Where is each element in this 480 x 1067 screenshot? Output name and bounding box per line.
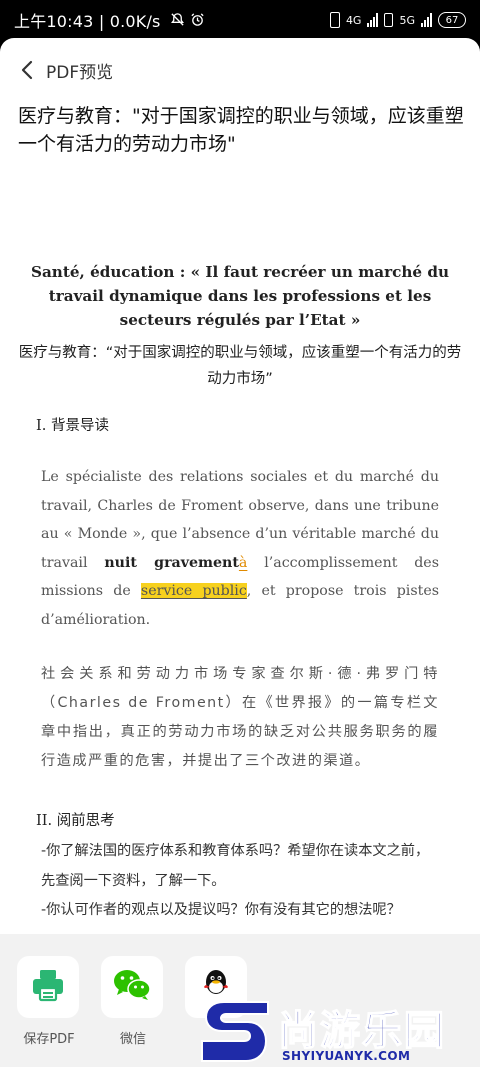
wechat-button[interactable] <box>101 956 163 1018</box>
brand-watermark: 尚游乐园 SHYIYUANYK.COM <box>200 996 480 1067</box>
status-time: 上午10:43 <box>14 12 94 31</box>
french-heading: Santé, éducation : « Il faut recréer un … <box>30 263 450 329</box>
status-right: 4G 5G 67 <box>329 12 466 28</box>
section-2-title: II. 阅前思考 <box>36 809 115 830</box>
chinese-paragraph: 社会关系和劳动力市场专家查尔斯·德·弗罗门特（Charles de Fromen… <box>41 666 439 769</box>
section-2-number: II. <box>36 813 53 829</box>
page-title: PDF预览 <box>46 62 114 83</box>
share-save-pdf[interactable]: 保存PDF <box>17 956 81 1047</box>
fr-highlight-service-public[interactable]: service public <box>140 583 247 599</box>
status-left: 上午10:43 | 0.0K/s <box>14 8 330 32</box>
section-1-number: I. <box>36 418 47 434</box>
french-paragraph[interactable]: Le spécialiste des relations sociales et… <box>41 463 439 634</box>
wechat-icon <box>112 967 152 1007</box>
alarm-icon <box>190 12 205 31</box>
question-item: -你了解法国的医疗体系和教育体系吗？希望你在读本文之前，先查阅一下资料，了解一下… <box>41 843 430 889</box>
back-arrow-icon[interactable] <box>16 59 38 81</box>
brand-name-english: SHYIYUANYK.COM <box>282 1049 411 1063</box>
document-content[interactable]: 医疗与教育："对于国家调控的职业与领域，应该重塑一个有活力的劳动力市场" San… <box>0 102 480 932</box>
wechat-label: 微信 <box>119 1032 146 1047</box>
mute-icon <box>170 12 190 31</box>
status-bar: 上午10:43 | 0.0K/s 4G 5G 67 <box>0 0 480 40</box>
chinese-heading: 医疗与教育：“对于国家调控的职业与领域，应该重塑一个有活力的劳动力市场” <box>18 345 462 387</box>
network-type-2: 5G <box>399 13 415 27</box>
question-item: -你认可作者的观点以及提议吗？你有没有其它的想法呢？ <box>41 902 401 918</box>
section-1-label: 背景导读 <box>50 418 109 434</box>
vibrate-icon <box>329 12 340 28</box>
printer-icon <box>30 967 66 1007</box>
sim-icon <box>384 13 394 27</box>
save-pdf-label: 保存PDF <box>23 1032 75 1047</box>
network-type-1: 4G <box>345 13 362 27</box>
brand-logo-icon <box>200 996 270 1067</box>
signal-icon-2 <box>421 13 432 27</box>
signal-icon <box>367 13 379 27</box>
fr-bold-text: nuit gravement <box>104 554 239 571</box>
status-separator: | <box>98 12 110 31</box>
app-bar: PDF预览 <box>0 38 480 102</box>
share-wechat[interactable]: 微信 <box>101 956 165 1047</box>
battery-icon: 67 <box>438 12 466 28</box>
questions-list: -你了解法国的医疗体系和教育体系吗？希望你在读本文之前，先查阅一下资料，了解一下… <box>41 837 441 926</box>
save-pdf-button[interactable] <box>17 956 79 1018</box>
brand-name-chinese: 尚游乐园 <box>277 1007 446 1055</box>
section-1-title: I. 背景导读 <box>36 414 109 435</box>
document-title: 医疗与教育："对于国家调控的职业与领域，应该重塑一个有活力的劳动力市场" <box>18 105 464 155</box>
section-2-label: 阅前思考 <box>56 813 115 829</box>
pdf-preview-sheet: PDF预览 医疗与教育："对于国家调控的职业与领域，应该重塑一个有活力的劳动力市… <box>0 38 480 1067</box>
network-speed: 0.0K/s <box>109 12 161 31</box>
